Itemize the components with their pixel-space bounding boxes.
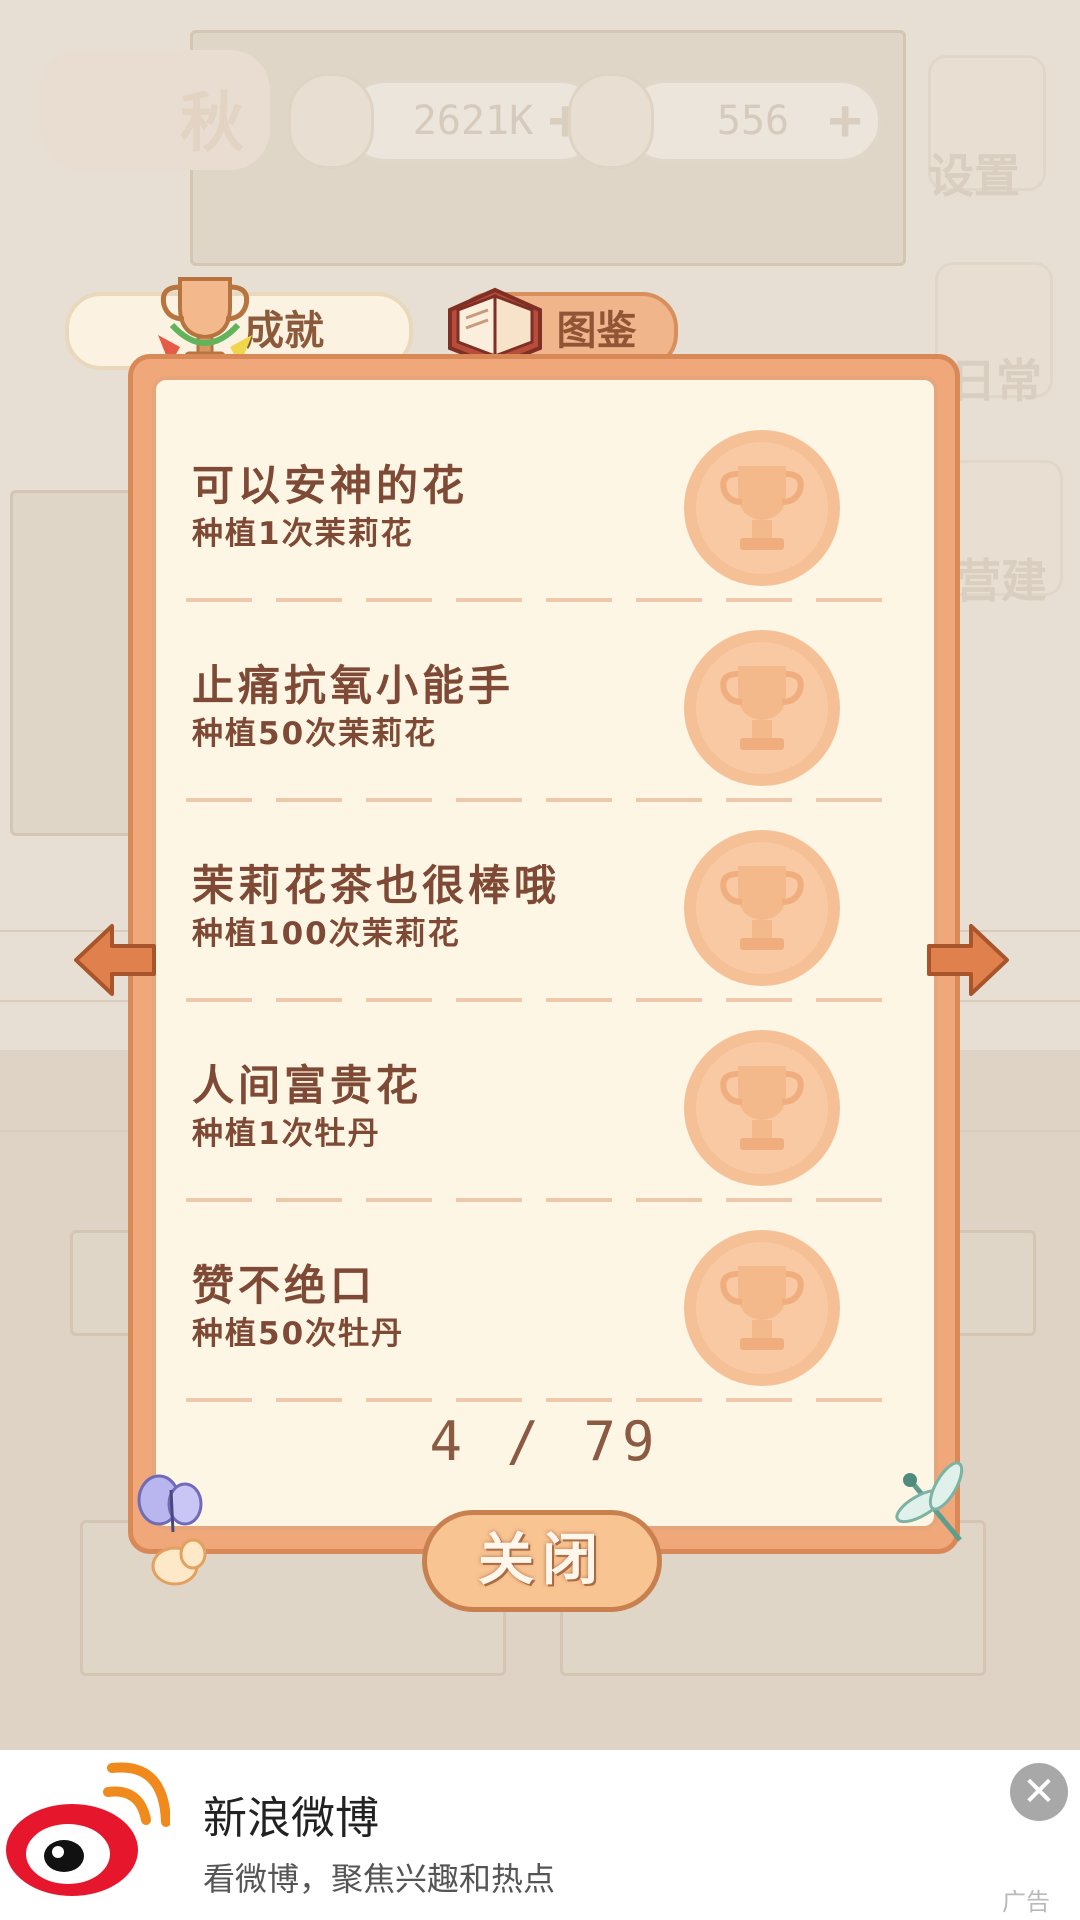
locked-trophy-medal-icon bbox=[684, 1030, 840, 1186]
achievement-title: 止痛抗氧小能手 bbox=[192, 661, 515, 710]
butterfly-decoration-icon bbox=[137, 1474, 207, 1586]
locked-trophy-medal-icon bbox=[684, 1230, 840, 1386]
achievement-row: 可以安神的花 种植1次茉莉花 bbox=[186, 390, 898, 602]
close-button[interactable]: 关闭 bbox=[422, 1510, 662, 1612]
achievement-title: 可以安神的花 bbox=[192, 461, 469, 510]
ad-subtitle[interactable]: 看微博，聚焦兴趣和热点 bbox=[203, 1854, 555, 1900]
achievement-row: 茉莉花茶也很棒哦 种植100次茉莉花 bbox=[186, 790, 898, 1002]
achievement-row: 赞不绝口 种植50次牡丹 bbox=[186, 1190, 898, 1402]
achievement-title: 赞不绝口 bbox=[192, 1261, 377, 1310]
achievement-requirement: 种植50次茉莉花 bbox=[192, 716, 438, 752]
previous-page-arrow-icon[interactable] bbox=[72, 920, 158, 1000]
weibo-logo-icon bbox=[6, 1762, 170, 1896]
page-counter: 4 / 79 bbox=[429, 1410, 661, 1473]
achievement-requirement: 种植100次茉莉花 bbox=[192, 916, 461, 952]
ad-title[interactable]: 新浪微博 bbox=[203, 1782, 379, 1846]
achievement-requirement: 种植50次牡丹 bbox=[192, 1316, 405, 1352]
locked-trophy-medal-icon bbox=[684, 630, 840, 786]
row-divider bbox=[186, 1398, 898, 1402]
locked-trophy-medal-icon bbox=[684, 430, 840, 586]
achievement-row: 止痛抗氧小能手 种植50次茉莉花 bbox=[186, 590, 898, 802]
achievement-title: 茉莉花茶也很棒哦 bbox=[192, 861, 561, 910]
achievement-row: 人间富贵花 种植1次牡丹 bbox=[186, 990, 898, 1202]
ad-tag: 广告 bbox=[1002, 1888, 1050, 1916]
locked-trophy-medal-icon bbox=[684, 830, 840, 986]
achievement-requirement: 种植1次牡丹 bbox=[192, 1116, 381, 1152]
dragonfly-decoration-icon bbox=[895, 1461, 964, 1542]
achievement-requirement: 种植1次茉莉花 bbox=[192, 516, 414, 552]
ad-close-icon[interactable]: ✕ bbox=[1010, 1763, 1068, 1821]
next-page-arrow-icon[interactable] bbox=[925, 920, 1011, 1000]
achievement-title: 人间富贵花 bbox=[192, 1061, 423, 1110]
